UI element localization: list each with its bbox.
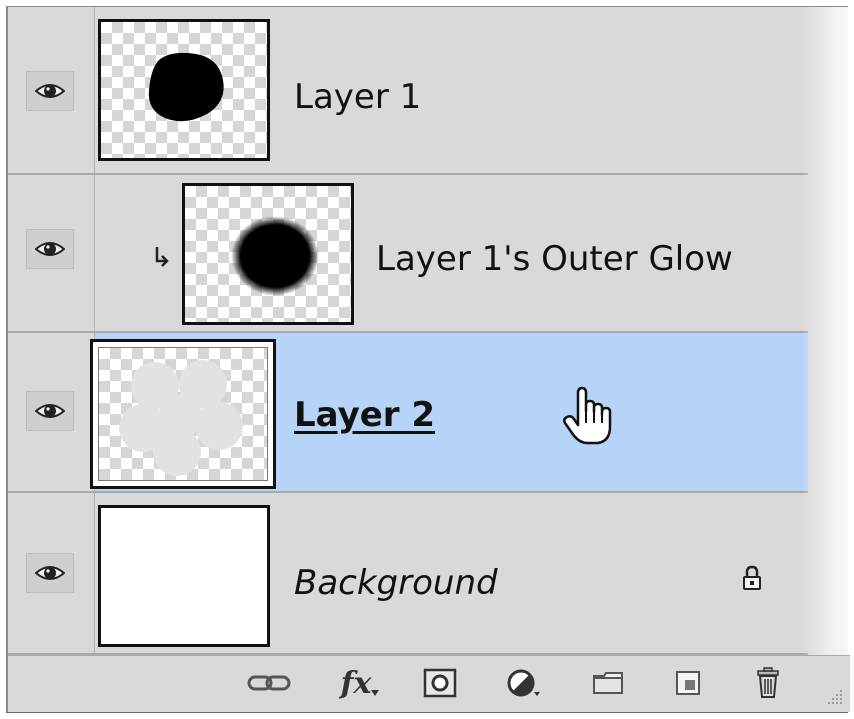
eye-icon bbox=[35, 84, 65, 98]
eye-icon bbox=[35, 404, 65, 418]
layer-name[interactable]: Background bbox=[294, 563, 498, 603]
eye-icon bbox=[35, 566, 65, 580]
dropdown-arrow-icon bbox=[371, 690, 380, 696]
visibility-toggle[interactable] bbox=[26, 391, 74, 431]
new-group-button[interactable] bbox=[588, 666, 628, 700]
add-layer-mask-button[interactable] bbox=[420, 666, 460, 700]
layers-footer-toolbar: fx bbox=[8, 655, 850, 712]
link-layers-icon bbox=[247, 675, 291, 691]
new-layer-button[interactable] bbox=[668, 666, 708, 700]
visibility-column bbox=[8, 493, 95, 653]
eye-icon bbox=[35, 242, 65, 256]
add-layer-style-icon: fx bbox=[340, 665, 372, 701]
layer-row-layer-1[interactable]: Layer 1 bbox=[8, 7, 808, 175]
delete-layer-icon bbox=[757, 667, 779, 698]
clipping-mask-icon bbox=[155, 247, 169, 267]
layers-panel: Layer 1 Layer 1's Outer Glow Layer 2 Bac… bbox=[6, 6, 850, 713]
link-layers-button[interactable] bbox=[244, 666, 296, 700]
hand-cursor-icon bbox=[563, 386, 612, 445]
visibility-toggle[interactable] bbox=[26, 71, 74, 111]
new-layer-icon bbox=[676, 671, 700, 695]
visibility-column bbox=[8, 333, 95, 491]
layer-thumbnail[interactable] bbox=[98, 347, 268, 481]
layer-thumbnail[interactable] bbox=[98, 19, 270, 161]
new-adjustment-layer-icon bbox=[507, 669, 540, 697]
layer-name[interactable]: Layer 1 bbox=[294, 77, 421, 117]
delete-layer-button[interactable] bbox=[748, 666, 788, 700]
visibility-column bbox=[8, 175, 95, 331]
layer-row-outer-glow[interactable]: Layer 1's Outer Glow bbox=[8, 175, 808, 333]
add-layer-style-button[interactable]: fx bbox=[330, 665, 390, 701]
lock-icon bbox=[743, 565, 761, 590]
add-layer-mask-icon bbox=[423, 668, 457, 698]
layer-name[interactable]: Layer 1's Outer Glow bbox=[376, 239, 733, 279]
layer-name[interactable]: Layer 2 bbox=[294, 395, 435, 435]
resize-grip-icon[interactable] bbox=[826, 688, 844, 706]
layer-thumbnail[interactable] bbox=[182, 183, 354, 325]
layer-row-background[interactable]: Background bbox=[8, 493, 808, 655]
panel-edge-shade bbox=[802, 7, 848, 655]
new-adjustment-layer-button[interactable] bbox=[498, 666, 548, 700]
visibility-column bbox=[8, 7, 95, 173]
visibility-toggle[interactable] bbox=[26, 229, 74, 269]
new-group-icon bbox=[593, 672, 623, 694]
visibility-toggle[interactable] bbox=[26, 553, 74, 593]
layer-row-layer-2[interactable]: Layer 2 bbox=[8, 333, 808, 493]
layer-thumbnail[interactable] bbox=[98, 505, 270, 647]
